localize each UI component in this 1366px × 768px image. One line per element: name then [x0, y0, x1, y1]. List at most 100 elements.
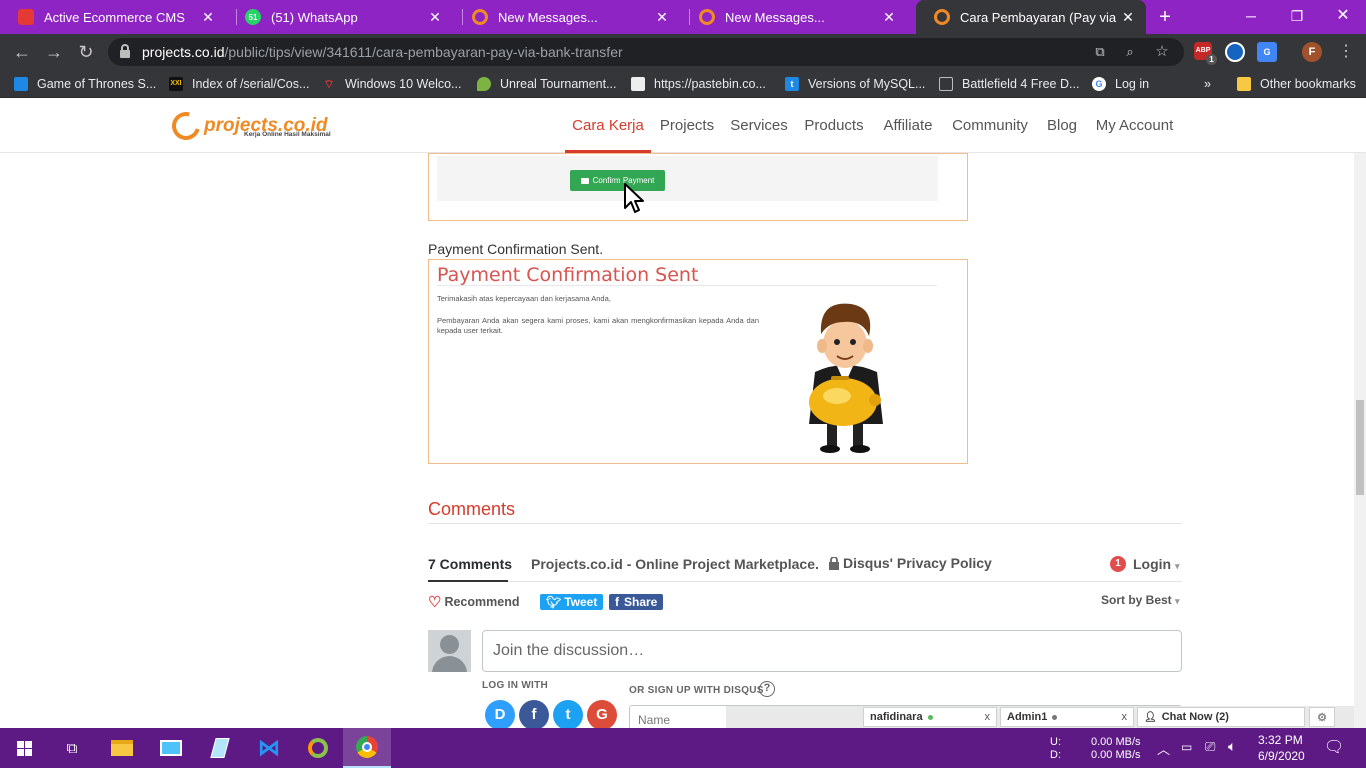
red-puzzle-icon — [18, 9, 34, 25]
tweet-label: Tweet — [564, 595, 598, 609]
restore-button[interactable]: ❐ — [1274, 0, 1320, 34]
extension-icon[interactable] — [1225, 42, 1245, 62]
google-translate-icon[interactable]: G — [1257, 42, 1277, 62]
battery-icon[interactable]: ▭ — [1181, 740, 1192, 754]
zoom-icon[interactable]: ⌕ — [1122, 44, 1138, 60]
close-icon[interactable]: ✕ — [1120, 9, 1136, 26]
tab-title: (51) WhatsApp — [271, 9, 358, 25]
t-icon: t — [785, 77, 799, 91]
pc-line-2: Pembayaran Anda akan segera kami proses,… — [437, 316, 759, 335]
share-button[interactable]: f Share — [609, 594, 664, 610]
disqus-icon[interactable]: D — [485, 700, 515, 730]
nav-services[interactable]: Services — [727, 98, 791, 153]
twitter-icon[interactable]: t — [553, 700, 583, 730]
tweet-button[interactable]: 🐦︎ Tweet — [540, 594, 604, 610]
recommend-button[interactable]: ♡ Recommend — [428, 593, 519, 611]
notification-badge[interactable]: 1 — [1110, 556, 1126, 572]
nav-blog[interactable]: Blog — [1041, 98, 1083, 153]
app-snail-icon[interactable] — [294, 728, 342, 768]
close-icon[interactable]: ✕ — [654, 9, 670, 26]
file-explorer-icon[interactable] — [98, 728, 146, 768]
nav-projects[interactable]: Projects — [655, 98, 719, 153]
facebook-icon: f — [615, 595, 619, 609]
folder-shape — [111, 740, 133, 756]
chat-window-admin1[interactable]: Admin1 x — [1000, 707, 1134, 727]
minimize-button[interactable]: ─ — [1228, 0, 1274, 34]
close-icon[interactable]: ✕ — [427, 9, 443, 26]
lock-icon — [120, 44, 130, 58]
bookmark-7[interactable]: Battlefield 4 Free D... — [939, 75, 1079, 93]
close-icon[interactable]: ✕ — [200, 9, 216, 26]
new-tab-button[interactable]: + — [1154, 6, 1176, 28]
site-logo[interactable]: projects.co.id Kerja Online Hasil Maksim… — [166, 106, 331, 146]
bookmark-star-icon[interactable]: ☆ — [1154, 44, 1170, 60]
chat-window-nafidinara[interactable]: nafidinara x — [863, 707, 997, 727]
chevron-up-icon[interactable]: ︿ — [1157, 739, 1170, 758]
caption-text: Payment Confirmation Sent. — [428, 241, 604, 257]
notepad-icon[interactable] — [196, 728, 244, 768]
browser-tab-5-active[interactable]: Cara Pembayaran (Pay via Bank ✕ — [916, 0, 1146, 34]
mascot-with-piggy-bank-icon — [809, 303, 883, 453]
bookmark-label: Versions of MySQL... — [808, 77, 926, 91]
forward-button[interactable]: → — [40, 38, 68, 66]
bookmark-3[interactable]: ⌔ Windows 10 Welco... — [322, 75, 461, 93]
scrollbar-thumb[interactable] — [1356, 400, 1364, 495]
browser-tab-1[interactable]: Active Ecommerce CMS ✕ — [0, 0, 226, 34]
bookmark-1[interactable]: Game of Thrones S... — [14, 75, 156, 93]
nav-cara-kerja[interactable]: Cara Kerja — [565, 98, 651, 153]
clock-date[interactable]: 6/9/2020 — [1258, 749, 1305, 763]
other-bookmarks[interactable]: Other bookmarks — [1237, 75, 1356, 93]
login-dropdown[interactable]: Login ▾ — [1133, 556, 1180, 572]
privacy-label: Disqus' Privacy Policy — [843, 555, 992, 571]
bookmark-8[interactable]: G Log in — [1092, 75, 1149, 93]
start-button[interactable] — [0, 728, 48, 768]
bookmark-6[interactable]: t Versions of MySQL... — [785, 75, 925, 93]
address-bar[interactable]: projects.co.id /public/tips/view/341611/… — [108, 38, 1184, 66]
task-view-icon[interactable]: ⧉ — [48, 728, 96, 768]
tab-title: Cara Pembayaran (Pay via Bank — [960, 9, 1120, 25]
comments-count-tab[interactable]: 7 Comments — [428, 556, 512, 572]
browser-tab-3[interactable]: New Messages... ✕ — [454, 0, 680, 34]
page-scrollbar[interactable] — [1354, 153, 1366, 728]
help-icon[interactable]: ? — [759, 681, 775, 697]
browser-toolbar: ← → ↻ projects.co.id /public/tips/view/3… — [0, 34, 1366, 70]
avatar-body — [432, 656, 467, 672]
close-icon[interactable]: ✕ — [881, 9, 897, 26]
nav-affiliate[interactable]: Affiliate — [877, 98, 939, 153]
network-icon[interactable]: ⎚ — [1205, 739, 1215, 755]
back-button[interactable]: ← — [8, 38, 36, 66]
privacy-policy-link[interactable]: Disqus' Privacy Policy — [829, 555, 992, 571]
page-icon — [939, 77, 953, 91]
reload-button[interactable]: ↻ — [72, 38, 100, 66]
clock-time[interactable]: 3:32 PM — [1258, 733, 1303, 747]
notifications-icon[interactable]: 🗨︎ — [1324, 737, 1344, 757]
chrome-taskbar-icon[interactable] — [343, 728, 391, 768]
bookmark-5[interactable]: https://pastebin.co... — [631, 75, 766, 93]
menu-icon[interactable]: ⋮ — [1332, 38, 1360, 66]
browser-tab-4[interactable]: New Messages... ✕ — [681, 0, 907, 34]
vscode-icon[interactable]: ⋈ — [245, 728, 293, 768]
sign-up-label: OR SIGN UP WITH DISQUS — [629, 685, 764, 696]
browser-tab-2[interactable]: 51 (51) WhatsApp ✕ — [227, 0, 453, 34]
sort-label: Sort by Best — [1101, 593, 1172, 607]
close-window-button[interactable]: ✕ — [1320, 0, 1366, 34]
control-panel-icon[interactable] — [147, 728, 195, 768]
sort-dropdown[interactable]: Sort by Best ▾ — [1101, 593, 1180, 607]
community-name-tab[interactable]: Projects.co.id - Online Project Marketpl… — [531, 556, 819, 572]
volume-icon[interactable]: 🔈︎ — [1228, 738, 1236, 755]
discussion-input[interactable]: Join the discussion… — [482, 630, 1182, 672]
translate-icon[interactable]: ⧉ — [1092, 44, 1108, 60]
nav-my-account[interactable]: My Account — [1091, 98, 1178, 153]
bookmark-4[interactable]: Unreal Tournament... — [477, 75, 617, 93]
nav-community[interactable]: Community — [947, 98, 1033, 153]
close-icon[interactable]: x — [985, 711, 991, 723]
profile-avatar[interactable]: F — [1302, 42, 1322, 62]
chat-now-tab[interactable]: 👤︎ Chat Now (2) — [1137, 707, 1305, 727]
gear-icon[interactable]: ⚙ — [1309, 707, 1335, 727]
facebook-icon[interactable]: f — [519, 700, 549, 730]
close-icon[interactable]: x — [1122, 711, 1128, 723]
google-icon[interactable]: G — [587, 700, 617, 730]
bookmark-2[interactable]: XXI Index of /serial/Cos... — [169, 75, 309, 93]
more-bookmarks-chevron-icon[interactable]: » — [1204, 75, 1211, 93]
nav-products[interactable]: Products — [799, 98, 869, 153]
